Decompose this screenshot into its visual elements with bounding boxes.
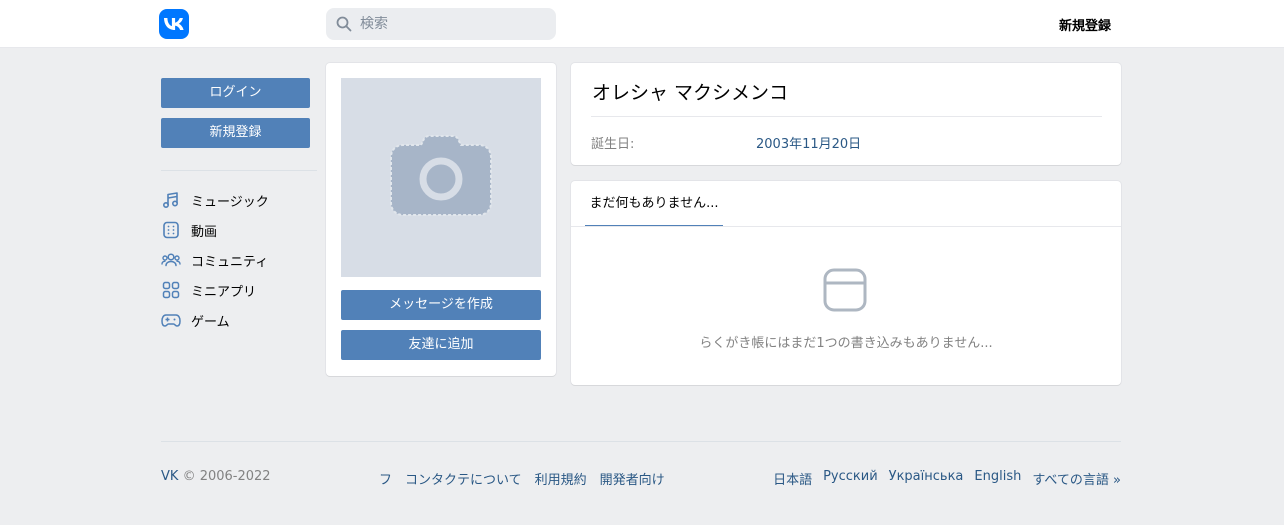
- profile-photo-card: メッセージを作成 友達に追加: [326, 63, 556, 376]
- footer-brand-link[interactable]: VK: [161, 469, 178, 484]
- video-icon: [161, 220, 181, 240]
- language-all[interactable]: すべての言語 »: [1032, 469, 1121, 488]
- footer-link-about[interactable]: コンタクテについて: [405, 469, 522, 488]
- sidebar-item-label: ミュージック: [191, 194, 269, 210]
- sidebar-item-label: コミュニティ: [191, 254, 269, 270]
- add-friend-button[interactable]: 友達に追加: [341, 330, 541, 360]
- sidebar-divider: [161, 170, 317, 171]
- language-japanese[interactable]: 日本語: [773, 469, 812, 488]
- footer-link-f[interactable]: フ: [379, 469, 392, 488]
- vk-logo[interactable]: [159, 9, 189, 39]
- wall-divider: [571, 226, 1121, 227]
- empty-wall-icon: [823, 268, 867, 312]
- wall-card: まだ何もありません... らくがき帳にはまだ1つの書き込みもありません...: [571, 181, 1121, 385]
- profile-info-card: オレシャ マクシメンコ 誕生日: 2003年11月20日: [571, 63, 1121, 165]
- search-input[interactable]: [360, 16, 540, 32]
- footer-copyright: VK © 2006-2022: [161, 469, 271, 484]
- profile-name: オレシャ マクシメンコ: [592, 82, 789, 104]
- sidebar-item-label: ミニアプリ: [191, 284, 257, 300]
- camera-icon: [390, 134, 492, 216]
- gamepad-icon: [161, 310, 181, 330]
- footer-link-developers[interactable]: 開発者向け: [600, 469, 665, 488]
- sidebar-item-label: ゲーム: [191, 314, 230, 330]
- top-header: 新規登録: [0, 0, 1284, 48]
- sidebar-item-community[interactable]: コミュニティ: [161, 245, 317, 275]
- info-divider: [591, 116, 1102, 117]
- search-box[interactable]: [326, 8, 556, 40]
- footer-languages: 日本語 Русский Українська English すべての言語 »: [773, 469, 1121, 488]
- birthday-value[interactable]: 2003年11月20日: [756, 133, 861, 152]
- sidebar-item-label: 動画: [191, 224, 218, 240]
- language-english[interactable]: English: [974, 469, 1021, 488]
- language-russian[interactable]: Русский: [823, 469, 878, 488]
- sidebar-item-games[interactable]: ゲーム: [161, 305, 317, 335]
- header-register-link[interactable]: 新規登録: [1059, 15, 1111, 34]
- sidebar-item-mini-apps[interactable]: ミニアプリ: [161, 275, 317, 305]
- music-icon: [161, 190, 181, 210]
- login-button[interactable]: ログイン: [161, 78, 310, 108]
- footer-link-terms[interactable]: 利用規約: [535, 469, 587, 488]
- footer-copyright-text: © 2006-2022: [182, 469, 271, 484]
- mini-apps-icon: [161, 280, 181, 300]
- birthday-label: 誕生日:: [591, 137, 635, 152]
- write-message-button[interactable]: メッセージを作成: [341, 290, 541, 320]
- footer-divider: [161, 441, 1121, 442]
- profile-photo-placeholder: [341, 78, 541, 277]
- sidebar-item-music[interactable]: ミュージック: [161, 185, 317, 215]
- empty-wall-text: らくがき帳にはまだ1つの書き込みもありません...: [699, 336, 993, 351]
- register-button[interactable]: 新規登録: [161, 118, 310, 148]
- vk-logo-icon: [164, 18, 184, 30]
- sidebar-nav: ミュージック 動画 コミュニティ ミニアプリ ゲーム: [161, 185, 317, 335]
- language-ukrainian[interactable]: Українська: [889, 469, 964, 488]
- search-icon: [336, 16, 352, 32]
- sidebar-item-video[interactable]: 動画: [161, 215, 317, 245]
- tab-wall-empty[interactable]: まだ何もありません...: [585, 181, 723, 227]
- footer-links: フ コンタクテについて 利用規約 開発者向け: [379, 469, 665, 488]
- community-icon: [161, 250, 181, 270]
